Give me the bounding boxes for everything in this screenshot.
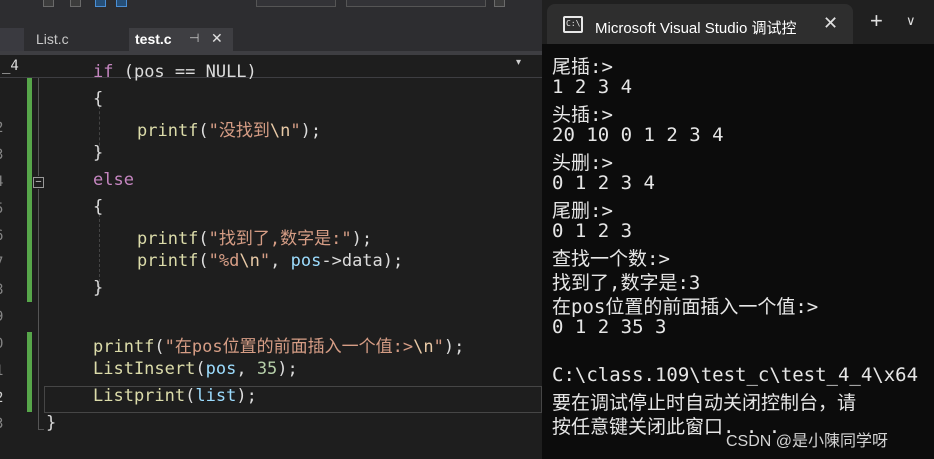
- line-number: 1: [0, 363, 8, 379]
- console-line: 查找一个数:>: [552, 248, 670, 270]
- console-title-bar: C:\ Microsoft Visual Studio 调试控 ✕ + ∨: [542, 0, 934, 44]
- console-line: 要在调试停止时自动关闭控制台，请: [552, 392, 857, 414]
- line-number: 2: [0, 120, 8, 136]
- console-line: 0 1 2 3 4: [552, 172, 655, 194]
- line-number: 2: [0, 390, 8, 406]
- platform-dropdown[interactable]: [346, 0, 486, 7]
- code-line: Listprint(list);: [93, 386, 257, 406]
- code-line: printf("在pos位置的前面插入一个值:>\n");: [93, 337, 465, 357]
- console-line: 找到了,数字是:3: [552, 272, 701, 294]
- collapse-icon[interactable]: −: [33, 177, 44, 188]
- code-line: printf("%d\n", pos->data);: [137, 251, 404, 271]
- toolbar-strip: [0, 0, 542, 10]
- save-all-icon[interactable]: [116, 0, 127, 7]
- save-icon[interactable]: [95, 0, 106, 7]
- console-line: 头插:>: [552, 104, 613, 126]
- console-tab[interactable]: C:\ Microsoft Visual Studio 调试控 ✕: [547, 4, 853, 44]
- debug-console-window[interactable]: C:\ Microsoft Visual Studio 调试控 ✕ + ∨ 尾插…: [542, 0, 934, 459]
- code-line: }: [93, 278, 104, 298]
- code-line: else: [93, 170, 134, 190]
- change-indicator: [27, 78, 32, 302]
- pin-icon[interactable]: ⊣: [189, 31, 199, 45]
- chevron-down-icon[interactable]: ▾: [516, 57, 521, 68]
- watermark: CSDN @是小陳同学呀: [726, 433, 889, 450]
- terminal-icon: C:\: [563, 16, 583, 33]
- document-tab-bar: List.c test.c ⊣ ✕: [0, 10, 542, 51]
- console-line: 在pos位置的前面插入一个值:>: [552, 296, 819, 318]
- change-indicator: [27, 332, 32, 412]
- toolbar-button[interactable]: [494, 0, 505, 7]
- new-tab-button[interactable]: +: [870, 8, 883, 34]
- close-icon[interactable]: ✕: [823, 13, 838, 34]
- code-line: {: [93, 197, 104, 217]
- line-number: 9: [0, 309, 8, 325]
- close-icon[interactable]: ✕: [211, 30, 223, 47]
- code-line: if (pos == NULL): [93, 62, 257, 82]
- fold-end: [38, 429, 44, 430]
- line-number: 0: [0, 336, 8, 352]
- line-number: 8: [0, 282, 8, 298]
- tab-previous[interactable]: [0, 28, 24, 51]
- console-line: 尾删:>: [552, 200, 613, 222]
- toolbar-button[interactable]: [70, 0, 81, 7]
- console-line: 0 1 2 35 3: [552, 316, 667, 338]
- tab-label: List.c: [36, 31, 69, 47]
- line-number: 6: [0, 228, 8, 244]
- console-line: 尾插:>: [552, 56, 613, 78]
- console-line: 1 2 3 4: [552, 76, 633, 98]
- configuration-dropdown[interactable]: [256, 0, 336, 7]
- console-line: C:\class.109\test_c\test_4_4\x64: [552, 364, 919, 386]
- tab-label: test.c: [135, 31, 172, 47]
- toolbar-button[interactable]: [43, 0, 54, 7]
- code-line: printf("找到了,数字是:");: [137, 229, 373, 249]
- console-title: Microsoft Visual Studio 调试控: [595, 20, 797, 37]
- code-editor[interactable]: List.c test.c ⊣ ✕ _4 ▾ 2 3 4 5 6 7 8 9 0…: [0, 0, 542, 459]
- line-number: 3: [0, 147, 8, 163]
- code-line: }: [46, 413, 57, 433]
- console-line: 20 10 0 1 2 3 4: [552, 124, 724, 146]
- chevron-down-icon[interactable]: ∨: [906, 13, 916, 29]
- code-line: printf("没找到\n");: [137, 121, 322, 141]
- fold-line: [38, 189, 39, 429]
- code-line: {: [93, 89, 104, 109]
- console-line: 头删:>: [552, 152, 613, 174]
- tab-list-c[interactable]: List.c: [30, 28, 126, 51]
- scope-navigation-bar[interactable]: _4 ▾: [0, 54, 542, 78]
- console-line: 0 1 2 3: [552, 220, 633, 242]
- line-number: 3: [0, 416, 8, 432]
- code-line: ListInsert(pos, 35);: [93, 359, 298, 379]
- line-number: 4: [0, 174, 8, 190]
- scope-label: _4: [2, 58, 19, 74]
- line-number: 7: [0, 255, 8, 271]
- code-line: }: [93, 143, 104, 163]
- line-number: 5: [0, 201, 8, 217]
- tab-test-c[interactable]: test.c ⊣ ✕: [129, 28, 233, 51]
- fold-line: [38, 78, 39, 176]
